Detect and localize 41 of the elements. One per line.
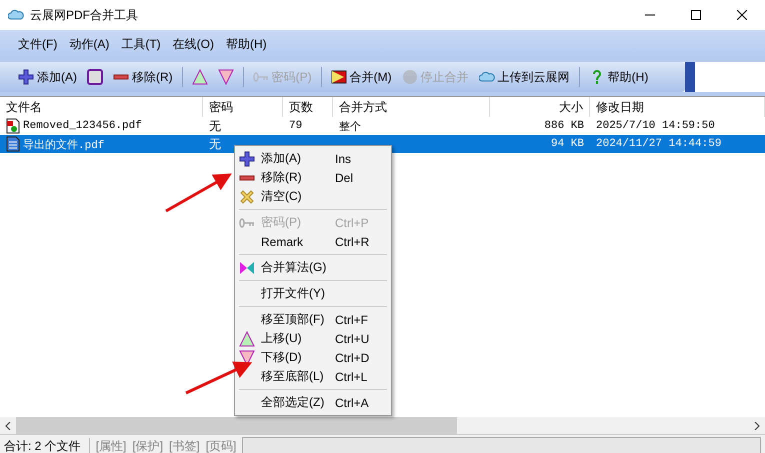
column-header[interactable]: 大小 — [490, 97, 590, 117]
column-header[interactable]: 密码 — [203, 97, 283, 117]
menu-item[interactable]: 移至底部(L) Ctrl+L — [235, 367, 391, 386]
column-header[interactable]: 合并方式 — [333, 97, 490, 117]
window-title: 云展网PDF合并工具 — [30, 6, 139, 24]
table-cell-text: 886 KB — [543, 119, 585, 134]
menu-item[interactable]: 动作(A) — [67, 34, 112, 54]
column-header[interactable]: 文件名 — [0, 97, 203, 117]
status-tag: [页码] — [206, 438, 236, 453]
table-cell: Removed_123456.pdf — [0, 117, 203, 135]
toolbar-button[interactable]: 帮助(H) — [584, 66, 652, 88]
menu-item[interactable]: 帮助(H) — [224, 34, 269, 54]
toolbar-button[interactable]: 合并(M) — [326, 66, 396, 88]
menu-item[interactable]: 清空(C) — [235, 187, 391, 206]
menu-item[interactable]: 移至顶部(F) Ctrl+F — [235, 310, 391, 329]
toolbar-button[interactable]: 添加(A) — [14, 66, 81, 88]
menu-item[interactable]: Remark Ctrl+R — [235, 232, 391, 251]
menu-item[interactable]: 打开文件(Y) — [235, 284, 391, 303]
menu-item[interactable]: 下移(D) Ctrl+D — [235, 348, 391, 367]
table-cell: 2024/11/27 14:44:59 — [590, 135, 765, 153]
table-cell: 94 KB — [490, 135, 590, 153]
table-cell-text: 整个 — [338, 120, 362, 135]
menu-item[interactable]: 合并算法(G) — [235, 258, 391, 277]
toolbar-button[interactable]: 上传到云展网 — [474, 66, 574, 88]
toolbar-button[interactable]: 移除(R) — [109, 66, 177, 88]
status-tag: [属性] — [96, 438, 126, 453]
table-cell: 导出的文件.pdf — [0, 135, 203, 153]
menu-item[interactable]: 全部选定(Z) Ctrl+A — [235, 393, 391, 412]
file-count: 合计: 2 个文件 — [4, 438, 90, 453]
menu-item[interactable]: 在线(O) — [170, 34, 216, 54]
table-cell-text: 无 — [208, 118, 222, 134]
column-header[interactable]: 页数 — [283, 97, 333, 117]
column-header[interactable]: 修改日期 — [590, 97, 765, 117]
menu-item[interactable]: 工具(T) — [119, 34, 163, 54]
menu-item[interactable]: 移除(R) Del — [235, 168, 391, 187]
table-cell-text: 79 — [288, 119, 304, 134]
table-cell-text: 2025/7/10 14:59:50 — [595, 119, 716, 134]
menu-item[interactable]: 上移(U) Ctrl+U — [235, 329, 391, 348]
status-tag: [保护] — [132, 438, 164, 453]
menu-item[interactable]: 文件(F) — [16, 34, 60, 54]
status-tag: [书签] — [169, 438, 200, 453]
